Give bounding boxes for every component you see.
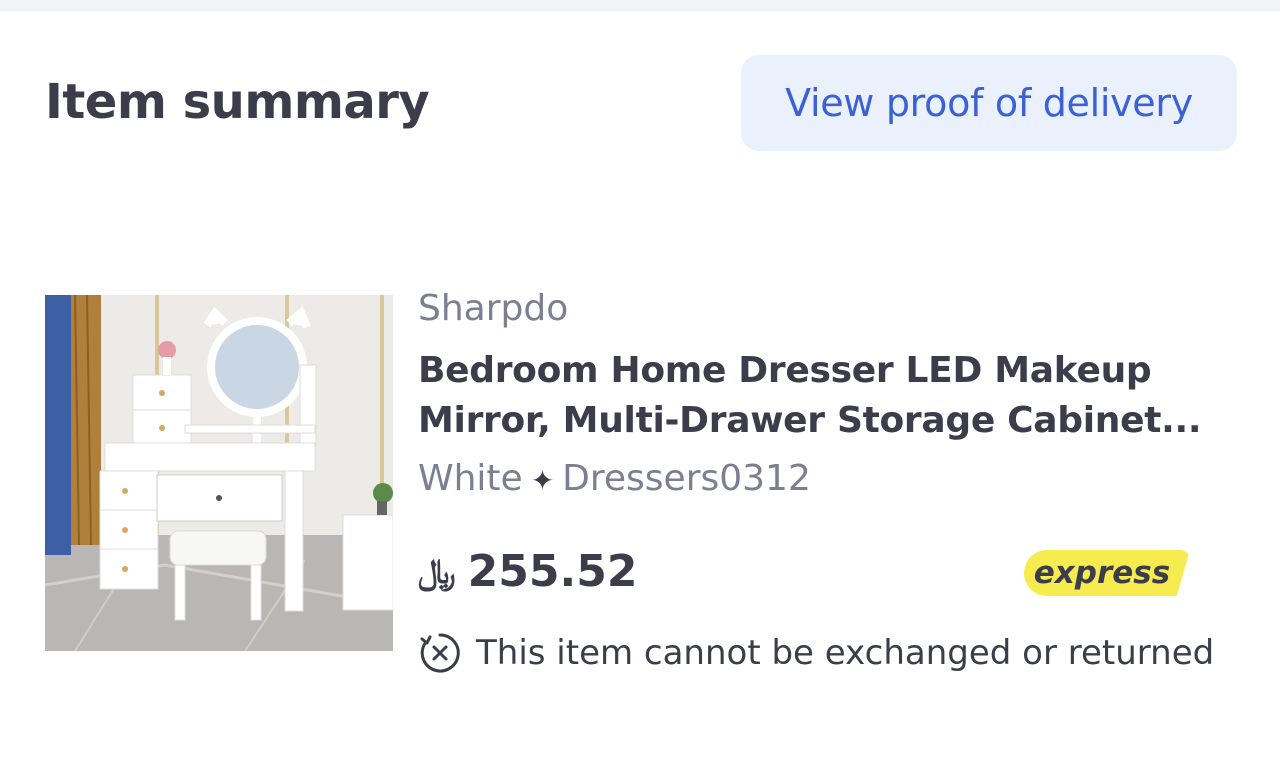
variant-model: Dressers0312 [562, 458, 811, 499]
riyal-currency-icon: ﷼ [418, 551, 456, 592]
return-policy-text: This item cannot be exchanged or returne… [476, 633, 1215, 673]
price-value: 255.52 [467, 546, 638, 597]
express-badge: express [1024, 550, 1190, 596]
product-name-line-1: Bedroom Home Dresser LED Makeup [418, 350, 1152, 391]
product-variant: White ✦ Dressers0312 [418, 458, 811, 499]
return-policy-notice: This item cannot be exchanged or returne… [418, 630, 1214, 676]
section-title: Item summary [45, 74, 430, 130]
brand-name: Sharpdo [418, 288, 569, 329]
top-strip [0, 0, 1280, 11]
product-image[interactable] [45, 295, 393, 651]
variant-separator-icon: ✦ [530, 464, 555, 497]
view-proof-of-delivery-button[interactable]: View proof of delivery [741, 55, 1237, 151]
variant-color: White [418, 458, 523, 499]
product-name[interactable]: Bedroom Home Dresser LED Makeup Mirror, … [418, 346, 1218, 446]
no-return-icon [420, 633, 460, 673]
dresser-illustration [45, 295, 393, 651]
product-name-line-2: Mirror, Multi-Drawer Storage Cabinet... [418, 400, 1202, 441]
price: ﷼ 255.52 [418, 546, 637, 597]
